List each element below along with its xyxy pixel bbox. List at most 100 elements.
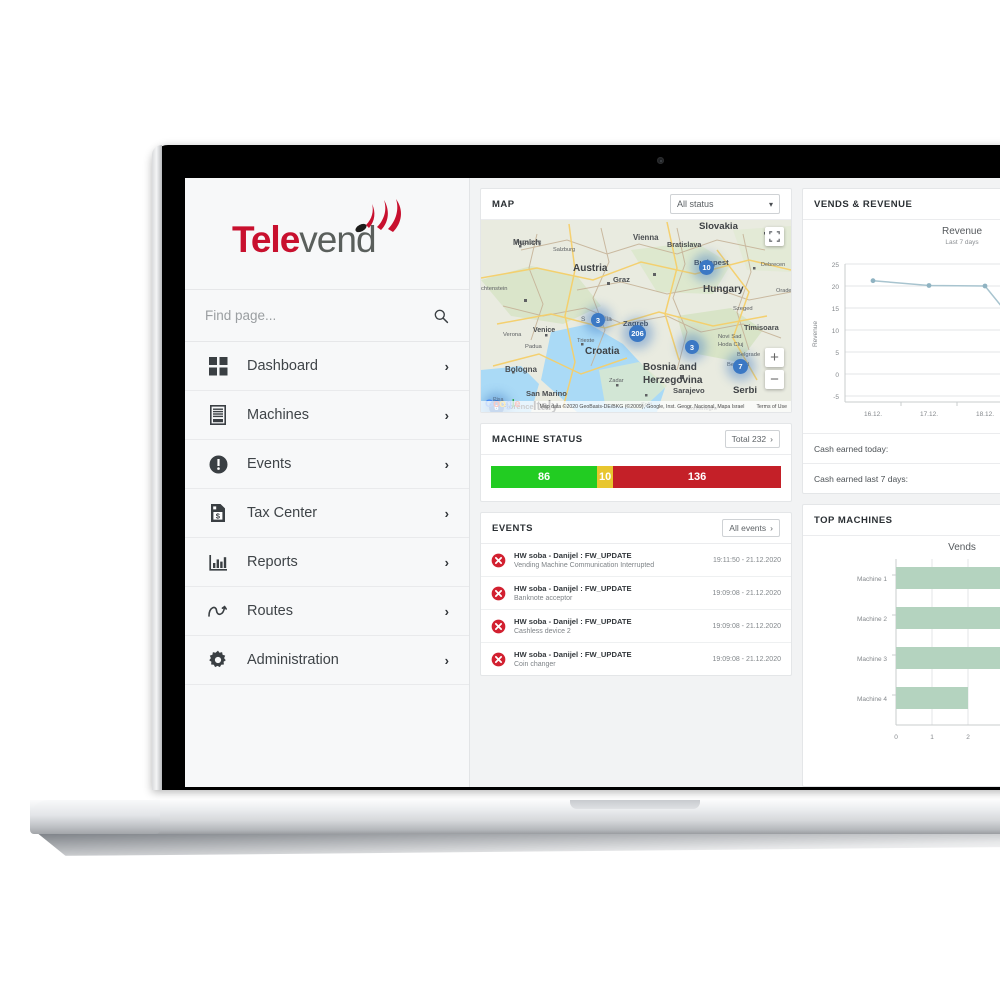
status-segment-value: 10 [599, 471, 612, 483]
chevron-right-icon: › [770, 434, 773, 444]
plus-icon: + [770, 349, 779, 366]
map-cluster-count: 206 [631, 329, 644, 338]
map-terms-link[interactable]: Terms of Use [756, 404, 787, 410]
event-row[interactable]: HW soba - Danijel : FW_UPDATE Vending Ma… [481, 544, 791, 577]
map-attribution-text: Map data ©2020 GeoBasis-DE/BKG (©2009), … [539, 403, 745, 410]
map-fullscreen-button[interactable] [765, 227, 784, 246]
status-segment-value: 86 [537, 471, 551, 483]
svg-text:Munich: Munich [513, 238, 541, 247]
svg-text:Machine 4: Machine 4 [857, 696, 887, 703]
map-cluster-count: 3 [595, 315, 601, 325]
svg-text:0: 0 [894, 734, 898, 741]
sidebar-item-label: Events [247, 456, 292, 472]
sidebar-item-label: Tax Center [247, 505, 318, 521]
top-machines-chart-title: Vends [948, 542, 976, 553]
grid-icon [205, 355, 231, 377]
chevron-right-icon: › [444, 554, 449, 570]
revenue-y-axis-label: Revenue [812, 321, 819, 347]
status-segment-value: 136 [687, 471, 707, 483]
revenue-chart-title: Revenue [941, 226, 983, 237]
svg-text:17.12.: 17.12. [920, 411, 938, 418]
svg-text:Bosnia and: Bosnia and [643, 362, 697, 373]
machine-status-total-button[interactable]: Total 232 › [724, 430, 780, 448]
event-timestamp: 19:11:50 - 21.12.2020 [713, 556, 781, 564]
map-title: MAP [492, 198, 515, 210]
svg-text:Bratislava: Bratislava [667, 240, 702, 249]
svg-text:Salzburg: Salzburg [553, 247, 575, 253]
map-cluster-marker: 3 [685, 340, 699, 354]
sidebar-item-routes[interactable]: Routes › [185, 587, 469, 636]
chevron-right-icon: › [444, 456, 449, 472]
svg-text:2: 2 [966, 734, 970, 741]
map-cluster-count: 3 [689, 342, 695, 352]
svg-text:Bologna: Bologna [505, 365, 538, 374]
status-segment-error[interactable]: 136 [613, 466, 781, 488]
map-cluster-count: 10 [702, 263, 711, 272]
events-title: EVENTS [492, 522, 534, 534]
map-canvas[interactable]: Augsburg Munich Salzburg Vienna Bratisla… [481, 220, 791, 412]
route-icon [205, 600, 231, 622]
svg-text:Machine 3: Machine 3 [857, 656, 887, 663]
svg-text:Oradea: Oradea [776, 288, 791, 294]
event-row[interactable]: HW soba - Danijel : FW_UPDATE Coin chang… [481, 643, 791, 675]
search-bar[interactable] [185, 290, 469, 342]
sidebar-item-label: Reports [247, 554, 298, 570]
event-subtitle: Coin changer [514, 661, 556, 668]
logo-text-primary: Tele [232, 218, 300, 260]
laptop-base-left-cap [30, 800, 160, 834]
map-zoom-out-button[interactable]: − [765, 370, 784, 389]
map-cluster-count: 7 [738, 362, 743, 371]
expand-icon [769, 231, 780, 242]
error-icon [491, 553, 506, 567]
svg-text:Belgrade: Belgrade [737, 352, 760, 358]
svg-text:Sarajevo: Sarajevo [673, 386, 705, 395]
svg-text:Hoda Cluj: Hoda Cluj [718, 342, 743, 348]
events-card: EVENTS All events › HW soba - Danijel : [480, 512, 792, 676]
brand-logo[interactable]: Televend [185, 178, 469, 290]
all-events-button[interactable]: All events › [722, 519, 780, 537]
column-middle: MAP All status ▾ Augsburg Munich Salzbur… [480, 188, 792, 787]
vends-revenue-title: VENDS & REVENUE [814, 198, 913, 210]
search-icon[interactable] [433, 308, 449, 324]
event-timestamp: 19:09:08 - 21.12.2020 [712, 589, 781, 597]
svg-text:Venice: Venice [533, 327, 555, 334]
status-segment-warning[interactable]: 10 [597, 466, 614, 488]
sidebar-item-administration[interactable]: Administration › [185, 636, 469, 685]
sidebar-item-label: Administration [247, 652, 339, 668]
screenshot-stage: Televend Find page... Dashboard › Machin… [0, 0, 1000, 1000]
tax-document-icon: $ [205, 502, 231, 524]
error-icon [491, 652, 506, 666]
svg-text:Vienna: Vienna [633, 233, 659, 242]
sidebar-item-dashboard[interactable]: Dashboard › [185, 342, 469, 391]
error-icon [491, 619, 506, 633]
event-title: HW soba - Danijel : FW_UPDATE [514, 617, 632, 626]
svg-text:San Marino: San Marino [526, 389, 567, 398]
event-subtitle: Vending Machine Communication Interrupte… [514, 562, 655, 569]
cash-earned-week-label: Cash earned last 7 days: [814, 473, 909, 484]
status-segment-online[interactable]: 86 [491, 466, 598, 488]
logo-text-secondary: vend [299, 218, 376, 260]
vends-revenue-header: VENDS & REVENUE Revenue ▾ [803, 189, 1000, 220]
event-timestamp: 19:09:08 - 21.12.2020 [712, 622, 781, 630]
sidebar-item-events[interactable]: Events › [185, 440, 469, 489]
svg-text:Novi Sad: Novi Sad [718, 334, 742, 340]
svg-text:Herzegovina: Herzegovina [643, 375, 703, 386]
map-cluster-marker: 7 [733, 359, 748, 374]
svg-text:Verona: Verona [503, 332, 522, 338]
svg-text:Austria: Austria [573, 263, 608, 274]
search-input[interactable] [205, 308, 433, 323]
sidebar-item-reports[interactable]: Reports › [185, 538, 469, 587]
map-status-filter[interactable]: All status ▾ [670, 194, 780, 214]
event-row[interactable]: HW soba - Danijel : FW_UPDATE Banknote a… [481, 577, 791, 610]
machine-status-title: MACHINE STATUS [492, 433, 583, 445]
svg-text:Graz: Graz [613, 275, 630, 284]
gear-icon [205, 649, 231, 671]
map-zoom-in-button[interactable]: + [765, 348, 784, 367]
event-row[interactable]: HW soba - Danijel : FW_UPDATE Cashless d… [481, 610, 791, 643]
revenue-chart-svg: 25 20 15 10 5 0 -5 Revenue 16.12. 17.12.… [812, 262, 1000, 418]
machine-status-total-label: Total 232 [731, 434, 767, 444]
revenue-chart-subtitle: Last 7 days [945, 239, 979, 246]
sidebar-item-machines[interactable]: Machines › [185, 391, 469, 440]
map-tiles: Augsburg Munich Salzburg Vienna Bratisla… [481, 220, 791, 412]
sidebar-item-tax-center[interactable]: $ Tax Center › [185, 489, 469, 538]
